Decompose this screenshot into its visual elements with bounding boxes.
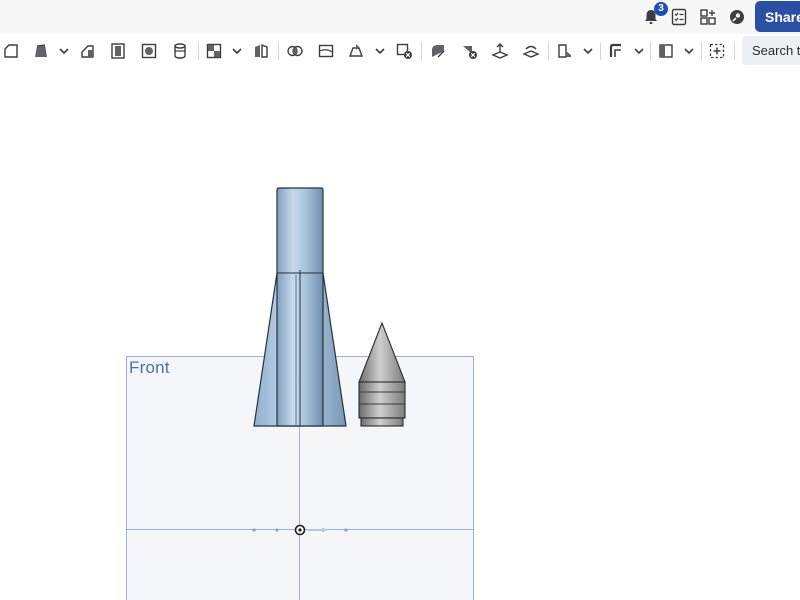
origin-marker[interactable] xyxy=(294,524,306,536)
app-window: 3 Shar Search t Front xyxy=(0,0,800,600)
model-geometry xyxy=(252,187,406,536)
blue-part-body[interactable] xyxy=(253,187,347,427)
gray-part-body[interactable] xyxy=(358,321,406,427)
